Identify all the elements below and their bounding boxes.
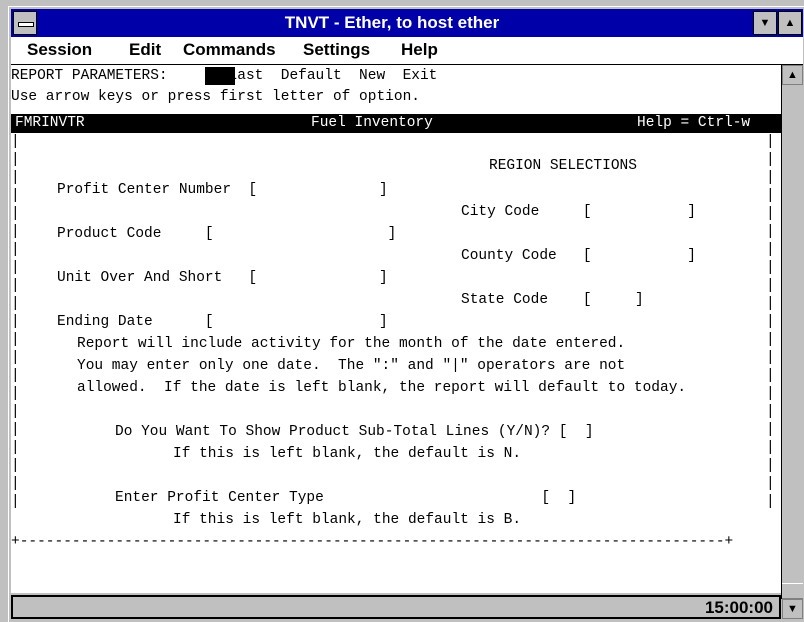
- bottom-border: +---------------------------------------…: [11, 534, 734, 550]
- maximize-button[interactable]: ▲: [778, 11, 802, 35]
- subtotal-hint: If this is left blank, the default is N.: [173, 446, 522, 462]
- program-id: FMRINVTR: [15, 115, 85, 131]
- title-bar[interactable]: TNVT - Ether, to host ether ▼ ▲: [11, 9, 803, 37]
- profit-center-type-hint: If this is left blank, the default is B.: [173, 512, 522, 528]
- menu-bar: Session Edit Commands Settings Help: [11, 37, 803, 65]
- date-note-3: allowed. If the date is left blank, the …: [77, 380, 687, 396]
- clock: 15:00:00: [704, 598, 773, 617]
- system-menu-button[interactable]: [13, 11, 37, 35]
- menu-settings[interactable]: Settings: [303, 40, 370, 60]
- instructions-line: Use arrow keys or press first letter of …: [11, 89, 420, 105]
- terminal-screen[interactable]: REPORT PARAMETERS: Last Default New Exit…: [11, 65, 781, 593]
- system-menu-icon: [18, 22, 34, 27]
- minimize-button[interactable]: ▼: [753, 11, 777, 35]
- right-border: | | | | | | | | | | | | | | | | | | | | …: [766, 134, 775, 510]
- unit-over-short-field[interactable]: Unit Over And Short [ ]: [57, 269, 388, 287]
- region-selections-heading: REGION SELECTIONS: [489, 158, 637, 174]
- report-parameters-line: REPORT PARAMETERS: Last Default New Exit: [11, 68, 438, 84]
- date-note-2: You may enter only one date. The ":" and…: [77, 358, 626, 374]
- county-code-field[interactable]: County Code [ ]: [461, 247, 696, 265]
- scroll-down-button[interactable]: ▼: [782, 599, 803, 619]
- menu-edit[interactable]: Edit: [129, 40, 161, 60]
- state-code-field[interactable]: State Code [ ]: [461, 291, 644, 309]
- left-border: | | | | | | | | | | | | | | | | | | | | …: [11, 134, 20, 510]
- menu-commands[interactable]: Commands: [183, 40, 276, 60]
- profit-center-field[interactable]: Profit Center Number [ ]: [57, 181, 388, 199]
- window-title: TNVT - Ether, to host ether: [284, 13, 500, 32]
- date-note-1: Report will include activity for the mon…: [77, 336, 626, 352]
- profit-center-type-question[interactable]: Enter Profit Center Type [ ]: [115, 489, 576, 507]
- terminal-window: TNVT - Ether, to host ether ▼ ▲ Session …: [8, 6, 804, 622]
- scroll-up-button[interactable]: ▲: [782, 65, 803, 85]
- help-hint: Help = Ctrl-w: [637, 115, 751, 131]
- menu-help[interactable]: Help: [401, 40, 438, 60]
- product-code-field[interactable]: Product Code [ ]: [57, 225, 396, 243]
- header-bar: FMRINVTR Fuel Inventory Help = Ctrl-w: [11, 114, 781, 133]
- city-code-field[interactable]: City Code [ ]: [461, 203, 696, 221]
- vertical-scrollbar[interactable]: ▲ ▼: [781, 65, 803, 619]
- ending-date-field[interactable]: Ending Date [ ]: [57, 313, 388, 331]
- scroll-thumb[interactable]: [782, 583, 803, 599]
- screen-title: Fuel Inventory: [311, 115, 433, 131]
- menu-session[interactable]: Session: [27, 40, 92, 60]
- subtotal-question[interactable]: Do You Want To Show Product Sub-Total Li…: [115, 423, 594, 441]
- status-bar: 15:00:00: [11, 595, 781, 619]
